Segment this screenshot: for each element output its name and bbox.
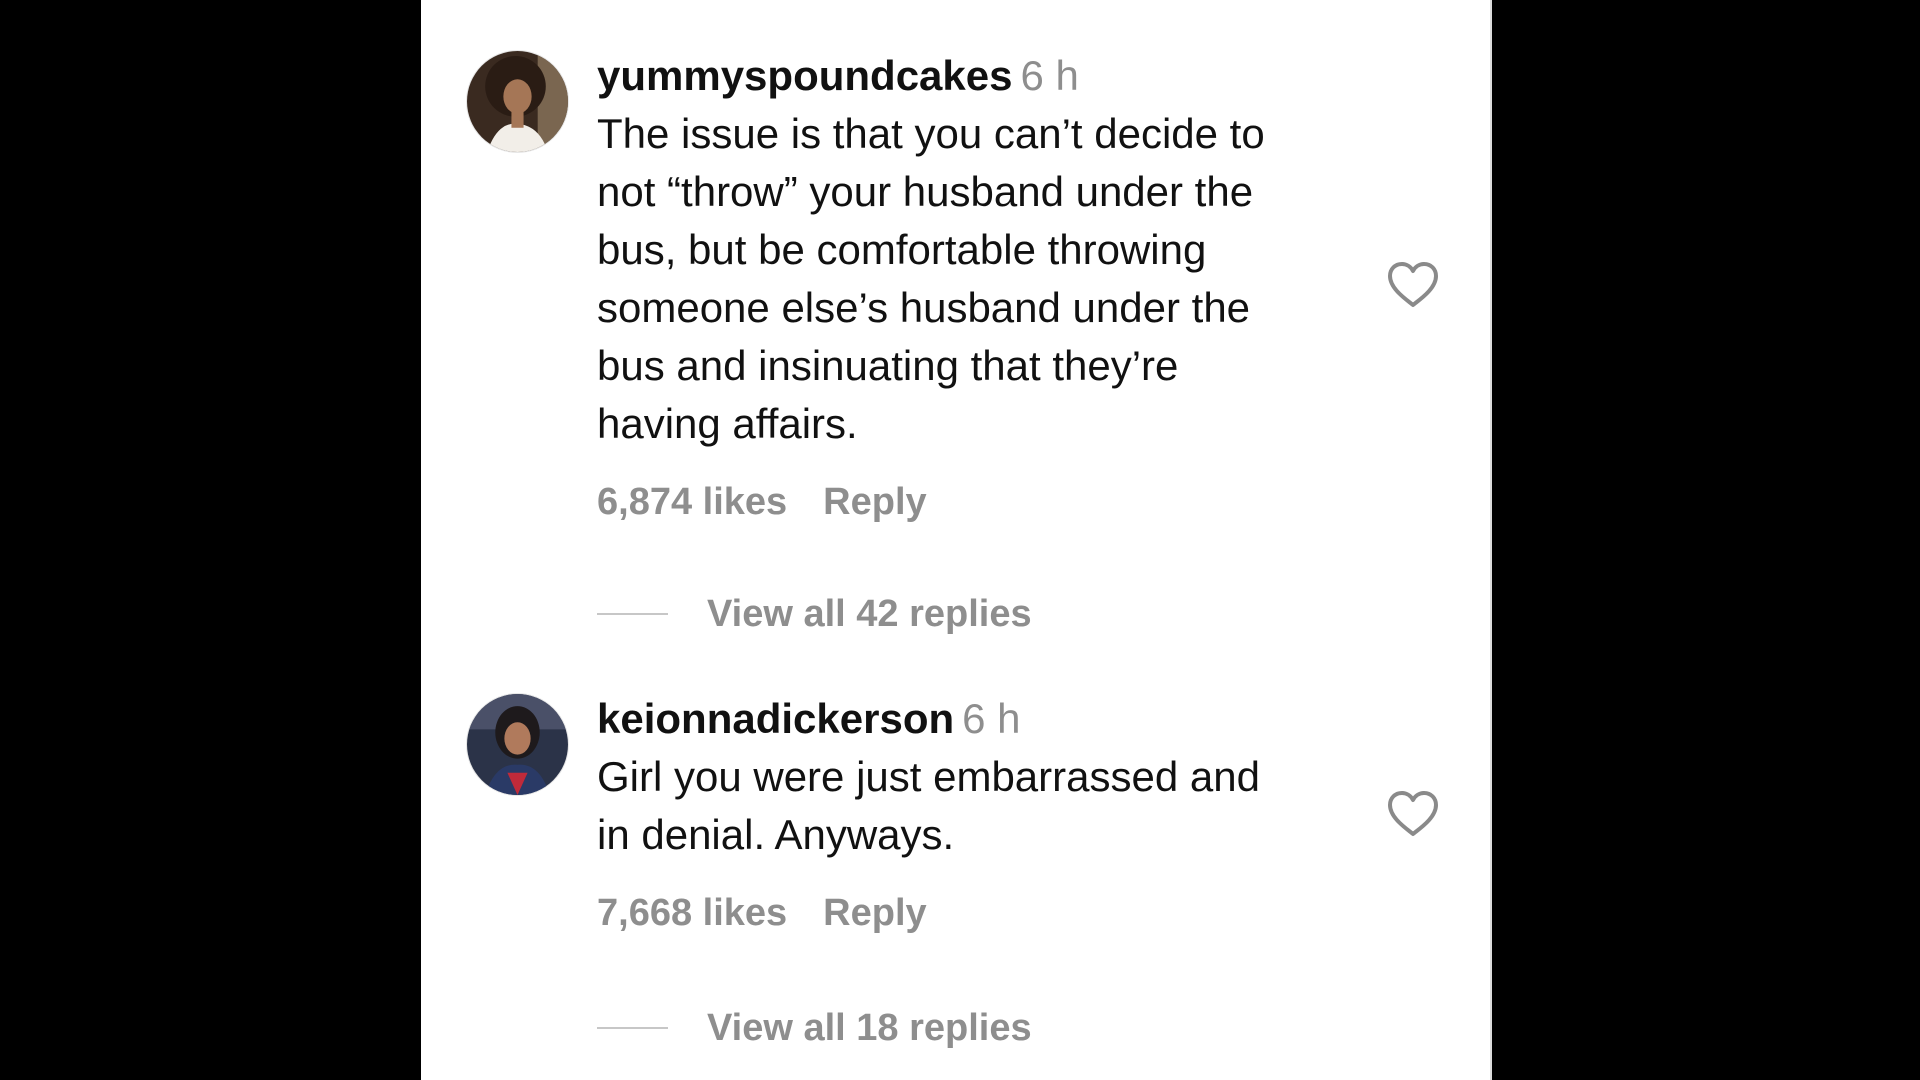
comment-text-line: Girl you were just embarrassed and: [597, 753, 1260, 800]
avatar-image: [467, 51, 568, 152]
avatar-image: [467, 694, 568, 795]
like-button[interactable]: [1387, 261, 1439, 309]
comment-text-line: someone else’s husband under the: [597, 284, 1251, 331]
avatar[interactable]: [466, 693, 569, 796]
replies-divider: [597, 1026, 668, 1029]
comment-text-line: bus, but be comfortable throwing: [597, 226, 1207, 273]
comment-body: keionnadickerson 6 h Girl you were just e…: [597, 690, 1357, 938]
comment-meta: 7,668 likes Reply: [597, 888, 1357, 938]
like-button[interactable]: [1387, 790, 1439, 838]
comment-header: keionnadickerson 6 h: [597, 690, 1357, 748]
timestamp[interactable]: 6 h: [1021, 52, 1079, 99]
heart-icon: [1388, 791, 1438, 836]
comment-text-line: in denial. Anyways.: [597, 811, 955, 858]
view-replies-label: View all 42 replies: [707, 593, 1032, 635]
view-replies-button[interactable]: View all 18 replies: [597, 1003, 1032, 1053]
view-replies-button[interactable]: View all 42 replies: [597, 589, 1032, 639]
comment-text: Girl you were just embarrassed and in de…: [597, 748, 1357, 864]
reply-button[interactable]: Reply: [823, 481, 926, 523]
likes-count[interactable]: 7,668 likes: [597, 892, 787, 934]
comment-meta: 6,874 likes Reply: [597, 477, 1357, 527]
username-link[interactable]: yummyspoundcakes: [597, 52, 1013, 99]
comment-text-line: not “throw” your husband under the: [597, 168, 1254, 215]
comment-text-line: bus and insinuating that they’re: [597, 342, 1179, 389]
replies-divider: [597, 612, 668, 615]
username-link[interactable]: keionnadickerson: [597, 695, 954, 742]
heart-icon: [1388, 262, 1438, 307]
comment-body: yummyspoundcakes 6 h The issue is that yo…: [597, 47, 1357, 527]
reply-button[interactable]: Reply: [823, 892, 926, 934]
comment-text: The issue is that you can’t decide to no…: [597, 105, 1357, 453]
comment-header: yummyspoundcakes 6 h: [597, 47, 1357, 105]
timestamp[interactable]: 6 h: [962, 695, 1020, 742]
view-replies-label: View all 18 replies: [707, 1007, 1032, 1049]
avatar[interactable]: [466, 50, 569, 153]
comments-panel: yummyspoundcakes 6 h The issue is that yo…: [421, 0, 1492, 1080]
comment-text-line: The issue is that you can’t decide to: [597, 110, 1265, 157]
comment-text-line: having affairs.: [597, 400, 858, 447]
likes-count[interactable]: 6,874 likes: [597, 481, 787, 523]
